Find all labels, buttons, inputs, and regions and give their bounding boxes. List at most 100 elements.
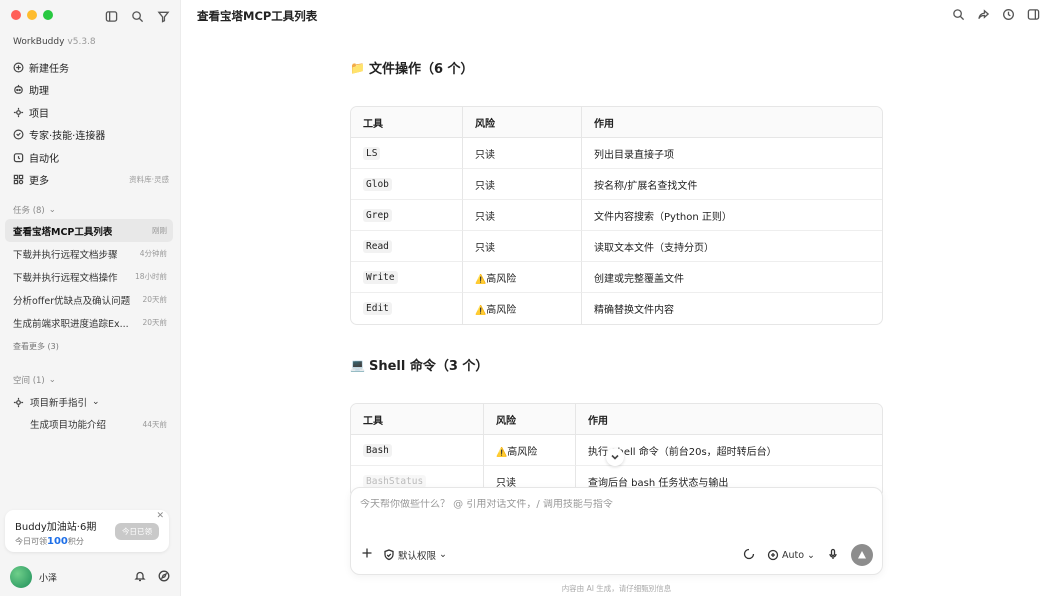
microphone-icon[interactable] (827, 548, 839, 563)
close-icon[interactable]: ✕ (156, 511, 164, 521)
sidebar-toggle-icon[interactable] (104, 9, 118, 23)
close-window-button[interactable] (11, 10, 21, 20)
page-title: 查看宝塔MCP工具列表 (197, 9, 318, 23)
grid-icon (12, 174, 24, 186)
table-row: LS 只读 列出目录直接子项 (351, 138, 882, 169)
model-selector[interactable]: Auto ⌄ (767, 549, 815, 561)
app-name: WorkBuddy v5.3.8 (13, 37, 96, 47)
chevron-down-icon: ⌄ (439, 549, 447, 560)
compass-icon[interactable] (158, 570, 170, 585)
sidebar-item-assistant[interactable]: 助理 (5, 79, 173, 102)
model-label: Auto (781, 549, 805, 561)
clock-icon (12, 151, 24, 163)
filter-icon[interactable] (156, 9, 170, 23)
message-input[interactable] (360, 499, 860, 510)
search-icon[interactable] (952, 8, 965, 24)
panel-toggle-icon[interactable] (1027, 8, 1040, 24)
tasks-header-label: 任务 (8) (13, 206, 45, 216)
column-header: 工具 (351, 107, 462, 138)
sidebar-item-new-task[interactable]: 新建任务 (5, 56, 173, 79)
section-heading-shell: 💻 Shell 命令（3 个） (350, 355, 489, 375)
chevron-down-icon (611, 454, 619, 460)
task-item[interactable]: 分析offer优缺点及确认问题 20天前 (5, 288, 173, 311)
plus-circle-icon (12, 61, 24, 73)
chevron-down-icon: ⌄ (48, 205, 56, 215)
view-more-tasks-link[interactable]: 查看更多 (3) (13, 341, 59, 352)
model-icon (767, 549, 779, 561)
share-icon[interactable] (977, 8, 990, 24)
shield-check-icon (384, 548, 394, 560)
sidebar-item-label: 项目 (29, 108, 49, 120)
minimize-window-button[interactable] (27, 10, 37, 20)
task-item[interactable]: 下载并执行远程文档步骤 4分钟前 (5, 242, 173, 265)
task-label: 分析offer优缺点及确认问题 (13, 295, 131, 307)
warning-icon: ⚠️ (496, 447, 508, 458)
desc-cell: 精确替换文件内容 (581, 293, 882, 324)
avatar[interactable] (10, 566, 32, 588)
column-header: 作用 (575, 404, 882, 435)
sidebar-item-experts[interactable]: 专家·技能·连接器 (5, 124, 173, 147)
desc-cell: 读取文本文件（支持分页） (581, 231, 882, 262)
table-row: Write ⚠️高风险 创建或完整覆盖文件 (351, 262, 882, 293)
sidebar-item-label: 专家·技能·连接器 (29, 131, 106, 143)
tasks-section-header[interactable]: 任务 (8) ⌄ (13, 204, 56, 216)
table-header-row: 工具 风险 作用 (351, 107, 882, 138)
file-ops-table: 工具 风险 作用 LS 只读 列出目录直接子项 Glob 只读 按名称/扩展名查找文件 … (350, 106, 883, 325)
task-time: 20天前 (142, 318, 167, 327)
zoom-window-button[interactable] (43, 10, 53, 20)
promo-card[interactable]: Buddy加油站·6期 今日可领100积分 今日已领 ✕ (5, 510, 169, 552)
chevron-down-icon: ⌄ (807, 549, 815, 561)
message-composer: 默认权限 ⌄ Auto ⌄ (350, 487, 883, 575)
arrow-up-icon (858, 551, 866, 559)
task-item[interactable]: 查看宝塔MCP工具列表 刚刚 (5, 219, 173, 242)
sidebar-item-projects[interactable]: 项目 (5, 101, 173, 124)
task-item[interactable]: 生成前端求职进度追踪Ex... 20天前 (5, 311, 173, 334)
space-item[interactable]: 项目新手指引 ⌄ (5, 391, 173, 413)
space-sub-item-time: 44天前 (142, 419, 167, 429)
scroll-to-bottom-button[interactable] (606, 448, 624, 466)
search-icon[interactable] (130, 9, 144, 23)
space-sub-item-label: 生成项目功能介绍 (30, 420, 107, 431)
task-time: 20天前 (142, 295, 167, 304)
task-label: 查看宝塔MCP工具列表 (13, 226, 113, 238)
loading-spinner-icon (743, 548, 755, 563)
risk-cell: 只读 (462, 200, 581, 231)
bell-icon[interactable] (134, 570, 146, 585)
tool-name: Edit (363, 302, 392, 315)
risk-cell: ⚠️高风险 (462, 262, 581, 293)
desc-cell: 创建或完整覆盖文件 (581, 262, 882, 293)
table-row: Grep 只读 文件内容搜索（Python 正则） (351, 200, 882, 231)
sidebar-item-automation[interactable]: 自动化 (5, 146, 173, 169)
ai-disclaimer: 内容由 AI 生成，请仔细甄别信息 (561, 584, 672, 593)
task-time: 18小时前 (134, 272, 167, 281)
permission-dropdown[interactable]: 默认权限 ⌄ (383, 548, 447, 562)
sidebar-item-label: 助理 (29, 86, 49, 98)
send-button[interactable] (851, 544, 873, 566)
risk-cell: 只读 (462, 138, 581, 169)
terminal-icon: 💻 (350, 357, 365, 372)
section-title: 文件操作（6 个） (368, 62, 474, 77)
table-row: Read 只读 读取文本文件（支持分页） (351, 231, 882, 262)
tool-name: Glob (363, 177, 392, 191)
task-time: 刚刚 (152, 226, 167, 235)
tool-name: Bash (363, 443, 392, 457)
history-icon[interactable] (1002, 8, 1015, 24)
add-attachment-button[interactable] (361, 547, 373, 562)
tool-name: Write (363, 270, 398, 284)
column-header: 风险 (483, 404, 575, 435)
tool-name: LS (363, 146, 381, 160)
project-icon (12, 106, 24, 118)
sidebar-nav: 新建任务 助理 项目 专家·技能·连接器 自动化 更多 资料库·灵感 (5, 56, 173, 191)
risk-cell: ⚠️高风险 (462, 293, 581, 324)
table-header-row: 工具 风险 作用 (351, 404, 882, 435)
space-sub-item[interactable]: 生成项目功能介绍 44天前 (5, 413, 173, 435)
chevron-down-icon: ⌄ (92, 397, 100, 407)
user-name: 小泽 (39, 573, 58, 584)
promo-claimed-button[interactable]: 今日已领 (115, 523, 159, 540)
sidebar-item-label: 更多 (29, 176, 49, 188)
space-section-header[interactable]: 空间 (1) ⌄ (13, 374, 56, 386)
section-title: Shell 命令（3 个） (368, 359, 489, 374)
column-header: 工具 (351, 404, 483, 435)
sidebar-item-more[interactable]: 更多 资料库·灵感 (5, 169, 173, 192)
task-item[interactable]: 下载并执行远程文档操作 18小时前 (5, 265, 173, 288)
